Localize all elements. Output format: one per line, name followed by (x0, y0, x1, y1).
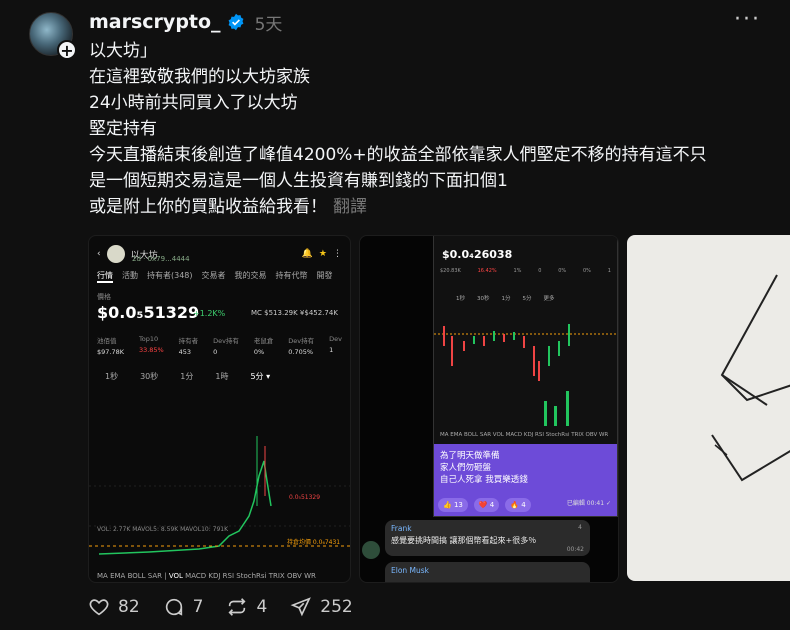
translate-link[interactable]: 翻譯 (333, 197, 367, 217)
stat: Top10 33.85% (138, 335, 164, 354)
post-line: 或是附上你的買點收益給我看！ 翻譯 (89, 194, 779, 220)
app-tab: 開發 (316, 271, 333, 280)
post-line: 今天直播結束後創造了峰值4200%+的收益全部依靠家人們堅定不移的持有這不只 (89, 145, 707, 165)
username[interactable]: marscrypto_ (89, 11, 221, 33)
app-tab: 持有代幣 (275, 271, 308, 280)
follow-plus-icon[interactable]: + (57, 40, 77, 60)
volume-label: VOL: 2.77K MAVOL5: 8.59K MAVOL10: 791K (97, 526, 229, 533)
app-tab: 交易者 (201, 271, 226, 280)
svg-text:0.0₅51329: 0.0₅51329 (289, 494, 320, 501)
coin-subtitle: 2d · 0x79...4444 (132, 255, 190, 263)
candlestick-chart: 0.0₅51329 持倉均價 0.0₆7431 (89, 436, 350, 555)
app-tab: 我的交易 (234, 271, 267, 280)
comment-button[interactable]: 7 (163, 596, 204, 618)
media-image-chat[interactable]: $0.0₄26038 $20.83K 16.42% 1% 0 0% 0% 1 1秒 30秒 1分… (359, 235, 619, 583)
post-line: 在這裡致敬我們的以大坊家族 (89, 67, 310, 87)
coin-icon (106, 245, 125, 263)
chat-message: Frank 感覺要挑時間搞 讓那個幣看起來+很多％ 4 00:42 (385, 520, 590, 556)
message-text: 感覺要挑時間搞 讓那個幣看起來+很多％ (391, 536, 537, 545)
market-cap: MC $513.29K ¥$452.74K (251, 309, 338, 317)
indicator-row: MA EMA BOLL SAR VOL MACD KDJ RSI StochRs… (440, 432, 609, 438)
app-tab: 持有者(348) (147, 271, 193, 280)
post-body: 以大坊」 在這裡致敬我們的以大坊家族 24小時前共同買入了以大坊 堅定持有 今天… (89, 38, 779, 220)
back-icon: ‹ (97, 249, 101, 259)
repost-count: 4 (256, 597, 268, 617)
message-time: 00:42 (566, 546, 584, 553)
more-options-icon[interactable]: ··· (734, 9, 761, 31)
reactions: 👍 13 ❤️ 4 🔥 4 (438, 498, 531, 512)
timeframe: 30秒 (140, 372, 159, 381)
ethereum-sketch (711, 274, 790, 482)
sender-name: Frank (391, 524, 412, 533)
timeframe: 1時 (215, 372, 229, 381)
post-line: 是一個短期交易這是一個人生投資有賺到錢的下面扣個1 (89, 171, 508, 191)
media-image-chart-1[interactable]: ‹ 以大坊 🔔 ★ ⋮ 2d · 0x79...4444 行情 活動 持有者(3… (88, 235, 351, 583)
timeframe-row: 1秒 30秒 1分 1時 5分 ▾ (105, 371, 270, 382)
post-line-text: 或是附上你的買點收益給我看！ (89, 197, 327, 217)
repost-icon (228, 598, 246, 616)
chat-avatar (362, 541, 380, 559)
heart-icon (89, 599, 109, 616)
stats-row: 池佰值 $97.78K Top10 33.85% 持有者 453 Dev持有 0 老鼠倉… (97, 335, 342, 356)
sender-name: Elon Musk (391, 566, 430, 575)
share-count: 252 (320, 597, 353, 617)
chat-bubble: 為了明天做準備 家人們勿砸盤 自己人死拿 我買樂透錢 👍 13 ❤️ 4 🔥 4 已… (434, 444, 617, 516)
app-tab: 活動 (122, 271, 138, 280)
more-icon: ⋮ (333, 249, 342, 259)
stat: Dev持有 0.705% (288, 337, 315, 356)
embedded-phone: $0.0₄26038 $20.83K 16.42% 1% 0 0% 0% 1 1秒 30秒 1分… (433, 236, 618, 517)
stat: 持有者 453 (178, 337, 199, 356)
reaction-count: 4 (578, 524, 582, 531)
media-image-drawing[interactable] (627, 235, 790, 581)
timeframe-row: 1秒 30秒 1分 5分 更多 (456, 296, 555, 302)
svg-text:持倉均價 0.0₆7431: 持倉均價 0.0₆7431 (287, 538, 340, 546)
verified-badge-icon (228, 13, 243, 31)
post-line: 24小時前共同買入了以大坊 (89, 93, 298, 113)
like-count: 82 (118, 597, 140, 617)
like-button[interactable]: 82 (88, 596, 140, 618)
price-label: 價格 (97, 293, 111, 301)
coin-price: $0.0₄26038 (442, 248, 513, 261)
avatar-container[interactable]: + (29, 12, 77, 60)
indicator-row: MA EMA BOLL SAR | VOL MACD KDJ RSI Stoch… (97, 572, 316, 580)
post-time: 5天 (254, 14, 283, 35)
action-bar: 82 7 4 252 (88, 596, 376, 618)
stat: Dev持有 0 (213, 337, 239, 356)
app-tab: 行情 (97, 270, 113, 283)
post-line: 堅定持有 (89, 119, 157, 139)
share-button[interactable]: 252 (290, 596, 353, 618)
app-tabs: 行情 活動 持有者(348) 交易者 我的交易 持有代幣 開發 (97, 270, 333, 283)
bubble-time: 已編輯 00:41 ✓ (566, 500, 611, 507)
comment-icon (165, 598, 182, 616)
stat: 老鼠倉 0% (253, 337, 274, 356)
bell-icon: 🔔 (301, 249, 313, 259)
timeframe: 1分 (180, 372, 194, 381)
repost-button[interactable]: 4 (226, 596, 267, 618)
stat: 池佰值 $97.78K (97, 337, 125, 356)
candlestick-chart-small (434, 324, 617, 426)
post-line: 以大坊」 (89, 41, 157, 61)
star-icon: ★ (318, 249, 327, 259)
stats-row: $20.83K 16.42% 1% 0 0% 0% 1 (440, 268, 611, 274)
comment-count: 7 (192, 597, 204, 617)
chat-message: Elon Musk (385, 562, 590, 582)
timeframe: 1秒 (105, 372, 119, 381)
timeframe: 5分 ▾ (250, 372, 271, 381)
price-change: +1.2K% (193, 309, 226, 318)
stat: Dev 1 (329, 335, 342, 354)
post-header: marscrypto_ 5天 (89, 8, 282, 36)
coin-price: $0.0₅51329 (97, 303, 200, 322)
send-icon (290, 597, 312, 617)
